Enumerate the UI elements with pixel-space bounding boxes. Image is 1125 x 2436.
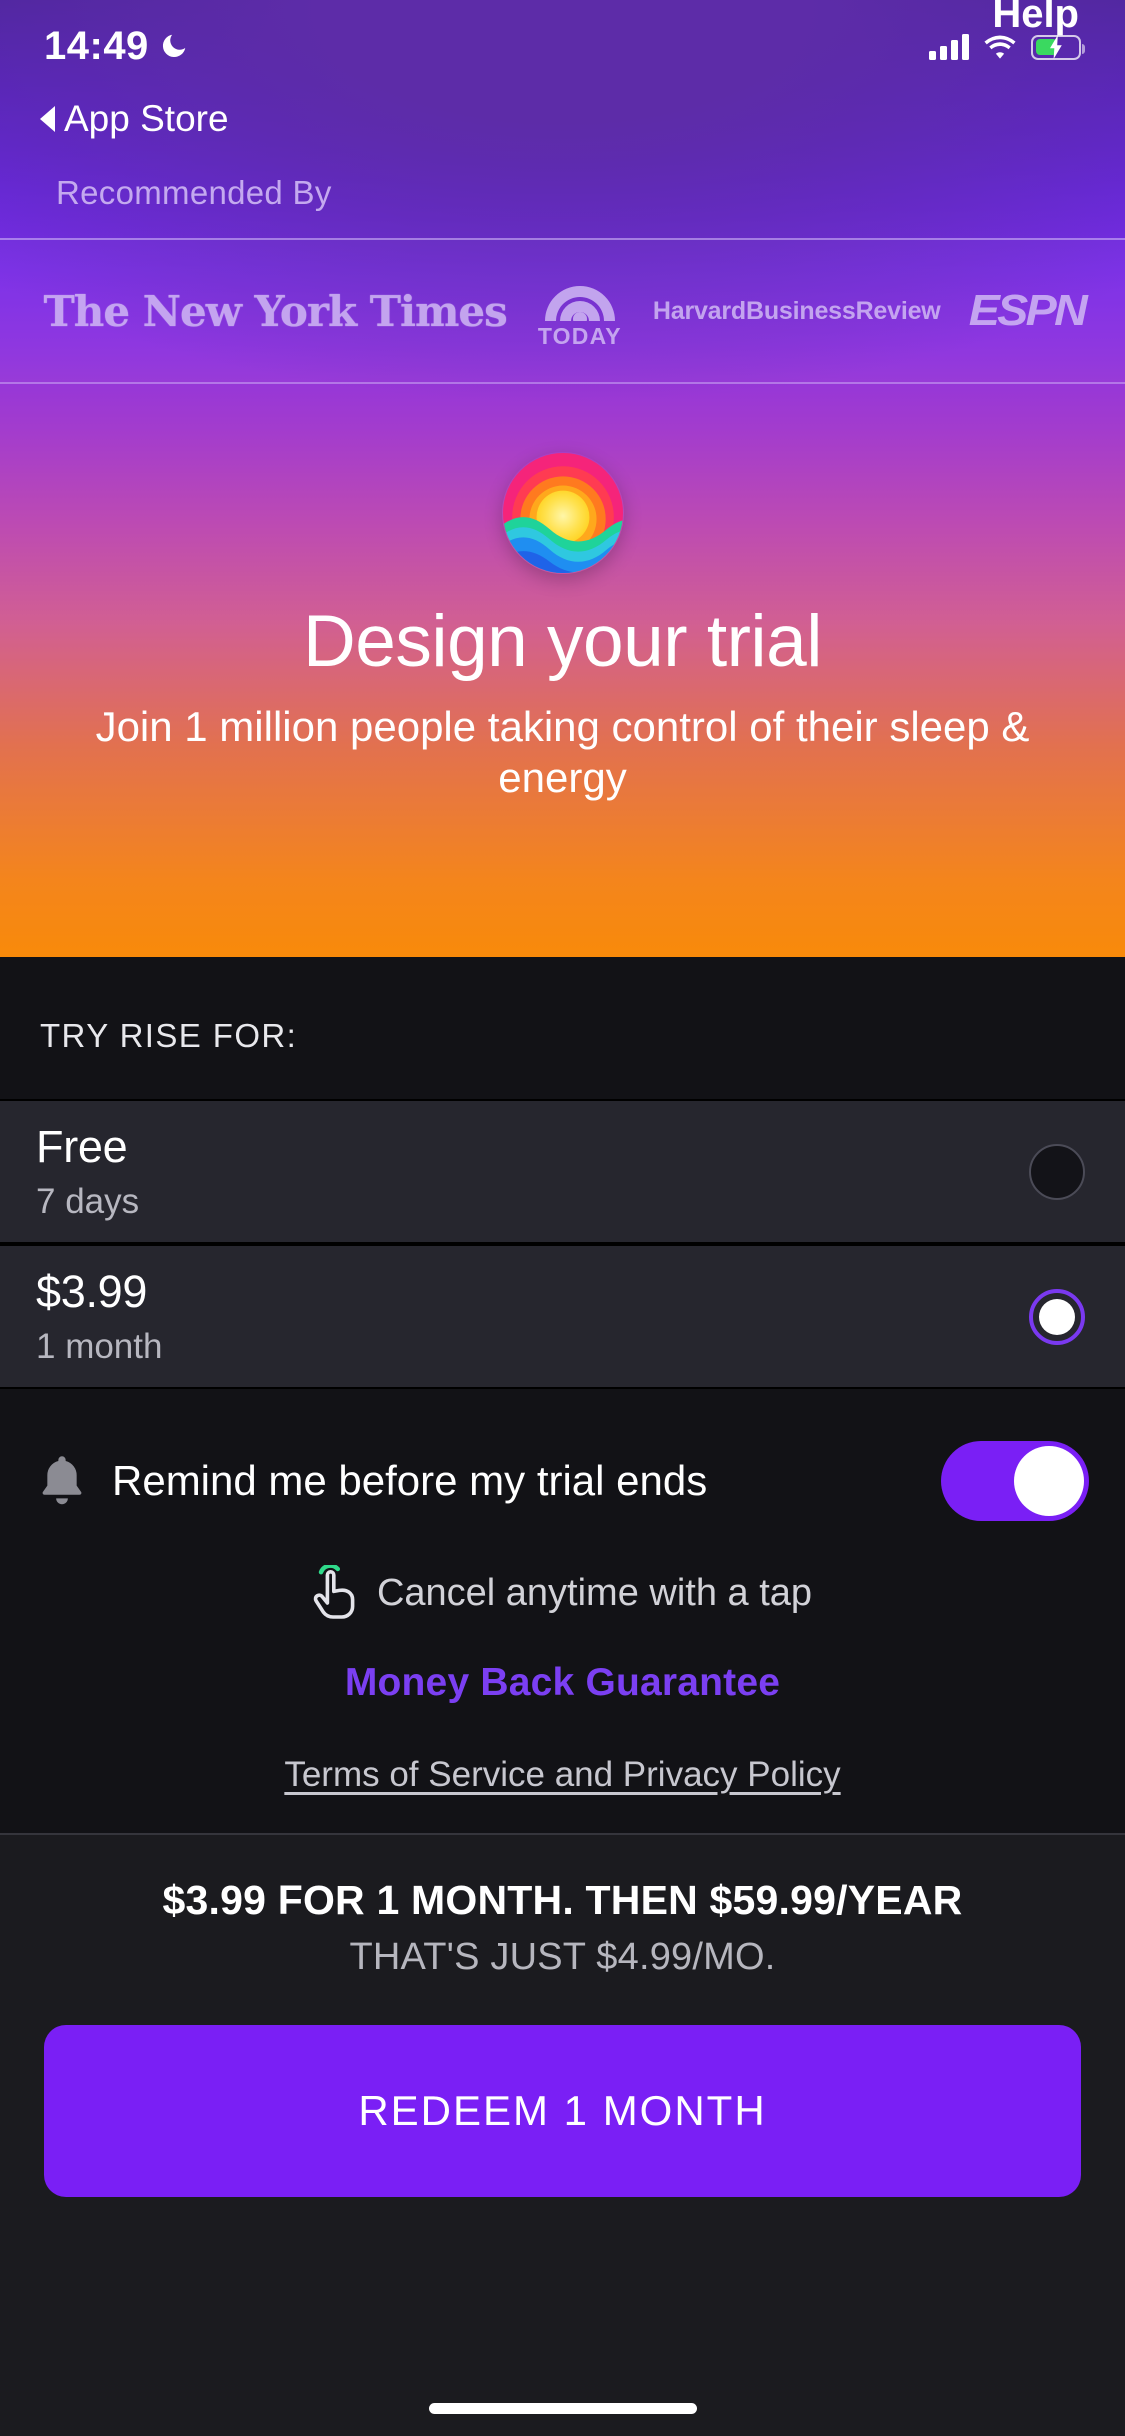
cta-price-line: $3.99 FOR 1 MONTH. THEN $59.99/YEAR (162, 1877, 963, 1923)
page-title: Design your trial (303, 601, 822, 682)
plan-option-monthly[interactable]: $3.99 1 month (0, 1244, 1125, 1389)
hbr-line-2: Business (746, 296, 856, 325)
plan-monthly-price: $3.99 (36, 1266, 148, 1317)
espn-logo: ESPN (968, 286, 1087, 335)
plan-free-texts: Free 7 days (36, 1121, 139, 1222)
reminder-row: Remind me before my trial ends (0, 1389, 1125, 1521)
cellular-signal-icon (929, 34, 969, 60)
bell-icon (42, 1456, 82, 1505)
charging-bolt-icon (1050, 35, 1062, 59)
plan-free-price: Free (36, 1121, 128, 1172)
app-paywall-screen: 14:49 Help App Store Recommended By The … (0, 0, 1125, 2436)
battery-charging-icon (1031, 34, 1085, 60)
plan-free-period: 7 days (36, 1182, 140, 1221)
hbr-line-1: Harvard (652, 296, 746, 325)
today-logo-text: TODAY (537, 322, 622, 349)
reminder-label: Remind me before my trial ends (112, 1457, 708, 1504)
status-bar: 14:49 Help (0, 0, 1125, 96)
nyt-logo: The New York Times (43, 286, 508, 336)
plan-option-free[interactable]: Free 7 days (0, 1099, 1125, 1244)
plan-free-radio[interactable] (1029, 1143, 1085, 1200)
today-logo: TODAY (538, 273, 622, 350)
back-label: App Store (64, 98, 229, 139)
plans-section-label: TRY RISE FOR: (0, 957, 1125, 1099)
redeem-button[interactable]: REDEEM 1 MONTH (44, 2025, 1081, 2197)
terms-and-privacy-link[interactable]: Terms of Service and Privacy Policy (0, 1755, 1125, 1811)
help-button[interactable]: Help (992, 0, 1079, 37)
press-logos-row: The New York Times TODAY Harvard Busines… (0, 238, 1125, 384)
rise-sunrise-app-icon (502, 453, 623, 573)
reminder-toggle-knob (1014, 1446, 1084, 1516)
today-rainbow-icon (544, 285, 615, 321)
tap-hand-icon (313, 1565, 355, 1619)
plan-monthly-radio[interactable] (1029, 1288, 1085, 1345)
cta-price-subline: THAT'S JUST $4.99/MO. (349, 1936, 776, 1978)
cta-section: $3.99 FOR 1 MONTH. THEN $59.99/YEAR THAT… (0, 1833, 1125, 2436)
recommended-by-label: Recommended By (56, 174, 332, 211)
wifi-icon (984, 35, 1016, 59)
page-subtitle: Join 1 million people taking control of … (95, 703, 1030, 802)
money-back-guarantee-text: Money Back Guarantee (344, 1661, 781, 1704)
hbr-line-3: Review (855, 296, 941, 325)
plan-monthly-period: 1 month (36, 1327, 163, 1366)
cancel-anytime-row: Cancel anytime with a tap (0, 1565, 1125, 1621)
status-bar-time: 14:49 (44, 24, 149, 68)
hbr-logo: Harvard Business Review (653, 298, 941, 325)
hero-section: 14:49 Help App Store Recommended By The … (0, 0, 1125, 957)
status-bar-left: 14:49 (44, 26, 189, 66)
home-indicator (428, 2403, 697, 2414)
reminder-toggle[interactable] (941, 1441, 1089, 1521)
plan-monthly-texts: $3.99 1 month (36, 1266, 162, 1367)
app-icon-container (0, 452, 1125, 574)
cancel-anytime-text: Cancel anytime with a tap (376, 1571, 813, 1614)
back-caret-icon (40, 106, 55, 132)
moon-icon (162, 34, 186, 58)
back-to-app-store-link[interactable]: App Store (0, 96, 1125, 140)
reminder-section: Remind me before my trial ends Cancel an… (0, 1389, 1125, 1833)
